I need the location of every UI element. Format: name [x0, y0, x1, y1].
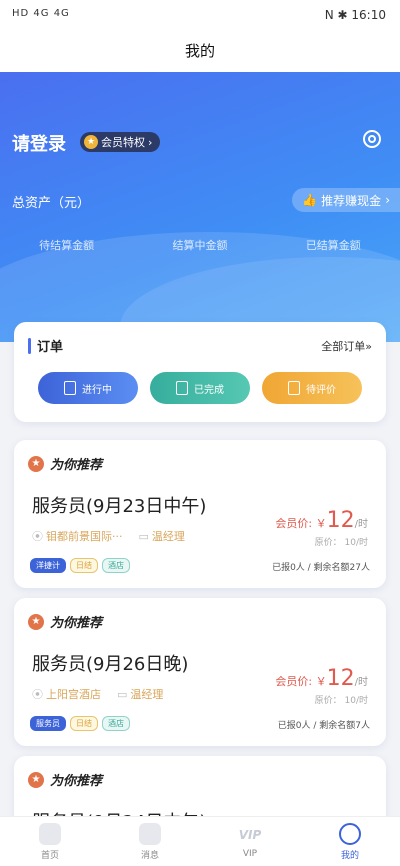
job-tags: 洋捷计 日结 酒店: [30, 558, 130, 573]
star-icon: ★: [28, 455, 44, 472]
contact: ▭ 温经理: [138, 530, 185, 543]
crown-icon: ★: [84, 135, 98, 149]
recommend-label: 推荐赚现金: [321, 193, 382, 208]
chevron-right-icon: ›: [148, 135, 153, 149]
message-icon: [139, 822, 161, 845]
original-price: 原价： 10/时: [314, 696, 368, 706]
order-status-buttons: 进行中 已完成 待评价: [38, 372, 362, 404]
in-progress-button[interactable]: 进行中: [38, 372, 138, 404]
user-icon: [339, 822, 361, 845]
home-icon: [39, 822, 61, 845]
member-price: 会员价: ￥12/时: [275, 666, 368, 691]
tag: 酒店: [102, 716, 130, 731]
quota-info: 已报0人 / 剩余名额7人: [277, 721, 370, 731]
orders-header: 订单: [28, 336, 63, 355]
price-block: 会员价: ￥12/时 原价： 10/时: [275, 666, 368, 706]
job-tags: 服务员 日结 酒店: [30, 716, 130, 731]
job-card[interactable]: ★ 为你推荐 服务员(9月26日晚) ⦿ 上阳宫酒店 ▭ 温经理 会员价: ￥12/…: [14, 598, 386, 746]
gear-icon[interactable]: [360, 127, 384, 151]
settling-label[interactable]: 结算中金额: [172, 237, 227, 253]
vip-icon: VIP: [238, 828, 262, 842]
price-block: 会员价: ￥12/时 原价： 10/时: [275, 508, 368, 548]
tab-home[interactable]: 首页: [0, 817, 100, 866]
location-icon: ⦿: [32, 530, 43, 543]
recommend-title: 为你推荐: [50, 774, 103, 789]
completed-label: 已完成: [194, 384, 224, 396]
tag: 洋捷计: [30, 558, 66, 573]
location: ⦿ 上阳宫酒店: [32, 688, 101, 701]
settled-label[interactable]: 已结算金额: [306, 237, 361, 253]
recommend-header: ★ 为你推荐: [28, 612, 102, 631]
to-review-button[interactable]: 待评价: [262, 372, 362, 404]
job-title: 服务员(9月23日中午): [32, 496, 207, 517]
tag: 日结: [70, 558, 98, 573]
job-meta: ⦿ 上阳宫酒店 ▭ 温经理: [32, 686, 163, 702]
orders-title: 订单: [37, 340, 64, 355]
settlement-row: 待结算金额 结算中金额 已结算金额: [0, 237, 400, 253]
vip-privilege-button[interactable]: ★ 会员特权 ›: [80, 132, 161, 152]
edit-document-icon: [288, 381, 300, 395]
recommend-header: ★ 为你推荐: [28, 454, 102, 473]
profile-header: 请登录 ★ 会员特权 › 总资产（元） 👍 推荐赚现金 › 待结算金额 结算中金…: [0, 72, 400, 342]
recommend-header: ★ 为你推荐: [28, 770, 102, 789]
recommend-title: 为你推荐: [50, 616, 103, 631]
tab-label: 我的: [340, 850, 359, 861]
recommend-earn-button[interactable]: 👍 推荐赚现金 ›: [292, 188, 400, 212]
total-assets-label: 总资产（元）: [12, 196, 91, 211]
tag: 服务员: [30, 716, 66, 731]
original-price: 原价： 10/时: [314, 538, 368, 548]
location: ⦿ 钼都前景国际···: [32, 530, 123, 543]
star-icon: ★: [28, 613, 44, 630]
thumbs-up-icon: 👍: [302, 193, 318, 207]
completed-button[interactable]: 已完成: [150, 372, 250, 404]
page-title: 我的: [0, 30, 400, 72]
star-icon: ★: [28, 771, 44, 788]
quota-info: 已报0人 / 剩余名额27人: [272, 563, 370, 573]
contact: ▭ 温经理: [117, 688, 164, 701]
orders-card: 订单 全部订单» 进行中 已完成 待评价: [14, 322, 386, 422]
member-price: 会员价: ￥12/时: [275, 508, 368, 533]
status-time: N ✱ 16:10: [324, 8, 386, 22]
job-card[interactable]: ★ 为你推荐 服务员(9月23日中午) ⦿ 钼都前景国际··· ▭ 温经理 会员价:…: [14, 440, 386, 588]
job-title: 服务员(9月26日晚): [32, 654, 189, 675]
login-link[interactable]: 请登录: [12, 130, 66, 156]
chat-icon: ▭: [138, 530, 149, 543]
tag: 酒店: [102, 558, 130, 573]
job-meta: ⦿ 钼都前景国际··· ▭ 温经理: [32, 528, 185, 544]
document-icon: [64, 381, 76, 395]
section-marker: [28, 337, 31, 354]
chevron-right-icon: ›: [385, 193, 390, 207]
status-bar: HD 4G 4G N ✱ 16:10: [0, 0, 400, 30]
vip-privilege-label: 会员特权: [101, 136, 145, 149]
tab-label: 首页: [40, 850, 59, 861]
signal-indicators: HD 4G 4G: [12, 8, 70, 19]
in-progress-label: 进行中: [82, 384, 112, 396]
tab-label: VIP: [242, 849, 258, 859]
tag: 日结: [70, 716, 98, 731]
all-orders-link[interactable]: 全部订单»: [321, 338, 372, 354]
tab-label: 消息: [140, 850, 159, 861]
pending-settlement-label[interactable]: 待结算金额: [39, 237, 94, 253]
check-document-icon: [176, 381, 188, 395]
to-review-label: 待评价: [306, 384, 336, 396]
tab-vip[interactable]: VIP VIP: [200, 817, 300, 866]
location-icon: ⦿: [32, 688, 43, 701]
recommend-title: 为你推荐: [50, 458, 103, 473]
tab-messages[interactable]: 消息: [100, 817, 200, 866]
chat-icon: ▭: [117, 688, 128, 701]
bottom-tab-bar: 首页 消息 VIP VIP 我的: [0, 816, 400, 866]
tab-mine[interactable]: 我的: [300, 817, 400, 866]
